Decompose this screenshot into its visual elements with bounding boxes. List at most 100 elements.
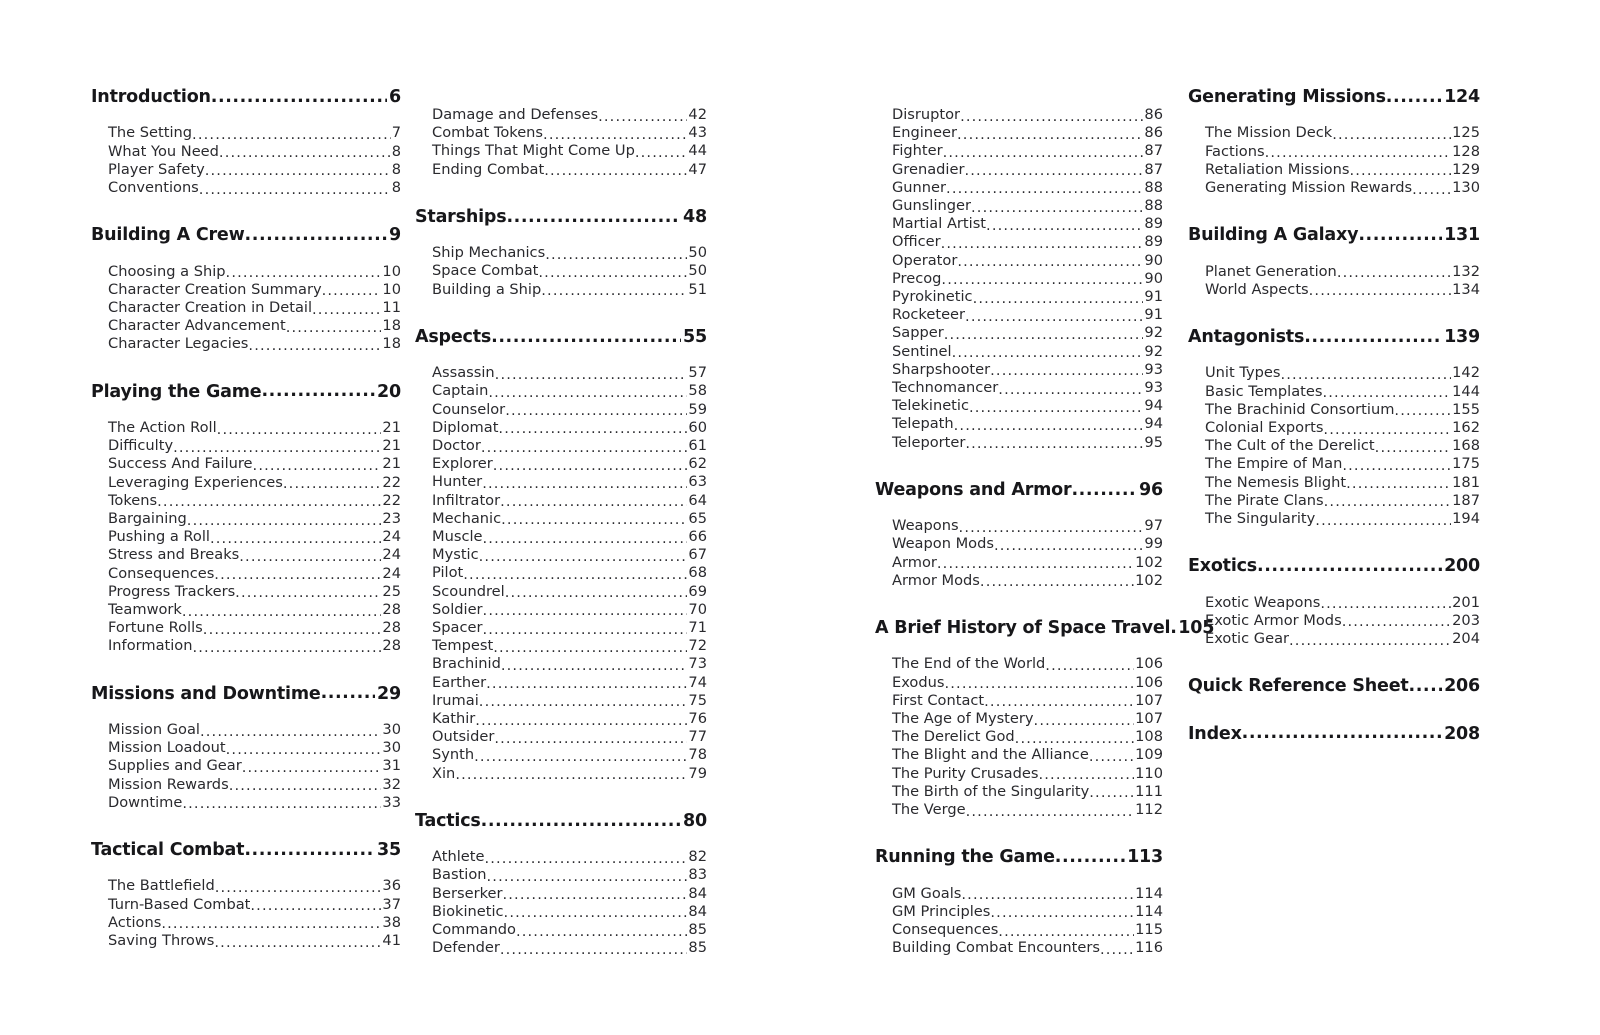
toc-entry-martial-artist[interactable]: Martial Artist 89	[875, 215, 1163, 233]
toc-entry-pushing-a-roll[interactable]: Pushing a Roll 24	[91, 528, 401, 546]
toc-entry-precog[interactable]: Precog 90	[875, 270, 1163, 288]
toc-entry-unit-types[interactable]: Unit Types 142	[1188, 364, 1480, 382]
toc-entry-xin[interactable]: Xin 79	[415, 765, 707, 783]
toc-entry-character-creation-in-detail[interactable]: Character Creation in Detail 11	[91, 299, 401, 317]
toc-entry-gm-goals[interactable]: GM Goals 114	[875, 885, 1163, 903]
toc-entry-the-age-of-mystery[interactable]: The Age of Mystery 107	[875, 710, 1163, 728]
toc-entry-teleporter[interactable]: Teleporter 95	[875, 434, 1163, 452]
toc-entry-first-contact[interactable]: First Contact 107	[875, 692, 1163, 710]
toc-entry-explorer[interactable]: Explorer 62	[415, 455, 707, 473]
toc-chapter-running-the-game[interactable]: Running the Game 113	[875, 848, 1163, 867]
toc-chapter-antagonists[interactable]: Antagonists 139	[1188, 328, 1480, 347]
toc-entry-earther[interactable]: Earther 74	[415, 674, 707, 692]
toc-entry-leveraging-experiences[interactable]: Leveraging Experiences 22	[91, 474, 401, 492]
toc-entry-conventions[interactable]: Conventions 8	[91, 179, 401, 197]
toc-entry-counselor[interactable]: Counselor 59	[415, 401, 707, 419]
toc-chapter-introduction[interactable]: Introduction 6	[91, 88, 401, 107]
toc-entry-exotic-gear[interactable]: Exotic Gear 204	[1188, 630, 1480, 648]
toc-chapter-playing-the-game[interactable]: Playing the Game 20	[91, 382, 401, 401]
toc-entry-gunslinger[interactable]: Gunslinger 88	[875, 197, 1163, 215]
toc-entry-irumai[interactable]: Irumai 75	[415, 692, 707, 710]
toc-entry-supplies-and-gear[interactable]: Supplies and Gear 31	[91, 757, 401, 775]
toc-entry-pyrokinetic[interactable]: Pyrokinetic 91	[875, 288, 1163, 306]
toc-entry-teamwork[interactable]: Teamwork 28	[91, 601, 401, 619]
toc-entry-captain[interactable]: Captain 58	[415, 382, 707, 400]
toc-entry-sharpshooter[interactable]: Sharpshooter 93	[875, 361, 1163, 379]
toc-entry-outsider[interactable]: Outsider 77	[415, 728, 707, 746]
toc-entry-world-aspects[interactable]: World Aspects 134	[1188, 281, 1480, 299]
toc-entry-the-empire-of-man[interactable]: The Empire of Man 175	[1188, 455, 1480, 473]
toc-entry-what-you-need[interactable]: What You Need 8	[91, 143, 401, 161]
toc-entry-biokinetic[interactable]: Biokinetic 84	[415, 903, 707, 921]
toc-entry-sentinel[interactable]: Sentinel 92	[875, 343, 1163, 361]
toc-entry-mechanic[interactable]: Mechanic 65	[415, 510, 707, 528]
toc-entry-generating-mission-rewards[interactable]: Generating Mission Rewards 130	[1188, 179, 1480, 197]
toc-entry-rocketeer[interactable]: Rocketeer 91	[875, 306, 1163, 324]
toc-entry-soldier[interactable]: Soldier 70	[415, 601, 707, 619]
toc-chapter-tactics[interactable]: Tactics 80	[415, 811, 707, 830]
toc-entry-choosing-a-ship[interactable]: Choosing a Ship 10	[91, 263, 401, 281]
toc-entry-berserker[interactable]: Berserker 84	[415, 885, 707, 903]
toc-entry-exotic-armor-mods[interactable]: Exotic Armor Mods 203	[1188, 612, 1480, 630]
toc-entry-the-cult-of-the-derelict[interactable]: The Cult of the Derelict 168	[1188, 437, 1480, 455]
toc-entry-infiltrator[interactable]: Infiltrator 64	[415, 492, 707, 510]
toc-chapter-building-a-crew[interactable]: Building A Crew 9	[91, 226, 401, 245]
toc-entry-mission-rewards[interactable]: Mission Rewards 32	[91, 776, 401, 794]
toc-entry-spacer[interactable]: Spacer 71	[415, 619, 707, 637]
toc-chapter-quick-reference-sheet[interactable]: Quick Reference Sheet 206	[1188, 677, 1480, 696]
toc-entry-gunner[interactable]: Gunner 88	[875, 179, 1163, 197]
toc-entry-combat-tokens[interactable]: Combat Tokens 43	[415, 124, 707, 142]
toc-entry-progress-trackers[interactable]: Progress Trackers 25	[91, 583, 401, 601]
toc-entry-consequences[interactable]: Consequences 24	[91, 565, 401, 583]
toc-entry-the-mission-deck[interactable]: The Mission Deck 125	[1188, 124, 1480, 142]
toc-entry-mystic[interactable]: Mystic 67	[415, 546, 707, 564]
toc-entry-synth[interactable]: Synth 78	[415, 746, 707, 764]
toc-entry-the-setting[interactable]: The Setting 7	[91, 124, 401, 142]
toc-chapter-missions-and-downtime[interactable]: Missions and Downtime 29	[91, 684, 401, 703]
toc-entry-officer[interactable]: Officer 89	[875, 233, 1163, 251]
toc-entry-operator[interactable]: Operator 90	[875, 252, 1163, 270]
toc-entry-information[interactable]: Information 28	[91, 637, 401, 655]
toc-entry-player-safety[interactable]: Player Safety 8	[91, 161, 401, 179]
toc-entry-the-derelict-god[interactable]: The Derelict God 108	[875, 728, 1163, 746]
toc-entry-bargaining[interactable]: Bargaining 23	[91, 510, 401, 528]
toc-entry-defender[interactable]: Defender 85	[415, 939, 707, 957]
toc-entry-the-blight-and-the-alliance[interactable]: The Blight and the Alliance 109	[875, 746, 1163, 764]
toc-entry-disruptor[interactable]: Disruptor 86	[875, 106, 1163, 124]
toc-entry-downtime[interactable]: Downtime 33	[91, 794, 401, 812]
toc-entry-muscle[interactable]: Muscle 66	[415, 528, 707, 546]
toc-entry-building-combat-encounters[interactable]: Building Combat Encounters 116	[875, 939, 1163, 957]
toc-entry-the-end-of-the-world[interactable]: The End of the World 106	[875, 655, 1163, 673]
toc-chapter-starships[interactable]: Starships 48	[415, 207, 707, 226]
toc-entry-scoundrel[interactable]: Scoundrel 69	[415, 583, 707, 601]
toc-entry-the-pirate-clans[interactable]: The Pirate Clans 187	[1188, 492, 1480, 510]
toc-entry-the-nemesis-blight[interactable]: The Nemesis Blight 181	[1188, 474, 1480, 492]
toc-entry-success-and-failure[interactable]: Success And Failure 21	[91, 455, 401, 473]
toc-entry-the-brachinid-consortium[interactable]: The Brachinid Consortium 155	[1188, 401, 1480, 419]
toc-entry-factions[interactable]: Factions 128	[1188, 143, 1480, 161]
toc-entry-the-singularity[interactable]: The Singularity 194	[1188, 510, 1480, 528]
toc-chapter-exotics[interactable]: Exotics 200	[1188, 557, 1480, 576]
toc-entry-basic-templates[interactable]: Basic Templates 144	[1188, 383, 1480, 401]
toc-entry-diplomat[interactable]: Diplomat 60	[415, 419, 707, 437]
toc-entry-the-verge[interactable]: The Verge 112	[875, 801, 1163, 819]
toc-entry-gm-principles[interactable]: GM Principles 114	[875, 903, 1163, 921]
toc-entry-consequences[interactable]: Consequences 115	[875, 921, 1163, 939]
toc-entry-exotic-weapons[interactable]: Exotic Weapons 201	[1188, 594, 1480, 612]
toc-entry-kathir[interactable]: Kathir 76	[415, 710, 707, 728]
toc-entry-the-purity-crusades[interactable]: The Purity Crusades 110	[875, 765, 1163, 783]
toc-chapter-tactical-combat[interactable]: Tactical Combat 35	[91, 841, 401, 860]
toc-entry-armor-mods[interactable]: Armor Mods 102	[875, 572, 1163, 590]
toc-entry-athlete[interactable]: Athlete 82	[415, 848, 707, 866]
toc-entry-sapper[interactable]: Sapper 92	[875, 324, 1163, 342]
toc-entry-planet-generation[interactable]: Planet Generation 132	[1188, 263, 1480, 281]
toc-chapter-weapons-and-armor[interactable]: Weapons and Armor 96	[875, 480, 1163, 499]
toc-chapter-aspects[interactable]: Aspects 55	[415, 327, 707, 346]
toc-entry-tokens[interactable]: Tokens 22	[91, 492, 401, 510]
toc-entry-engineer[interactable]: Engineer 86	[875, 124, 1163, 142]
toc-entry-ending-combat[interactable]: Ending Combat 47	[415, 161, 707, 179]
toc-entry-damage-and-defenses[interactable]: Damage and Defenses 42	[415, 106, 707, 124]
toc-entry-ship-mechanics[interactable]: Ship Mechanics 50	[415, 244, 707, 262]
toc-entry-the-battlefield[interactable]: The Battlefield 36	[91, 877, 401, 895]
toc-entry-space-combat[interactable]: Space Combat 50	[415, 262, 707, 280]
